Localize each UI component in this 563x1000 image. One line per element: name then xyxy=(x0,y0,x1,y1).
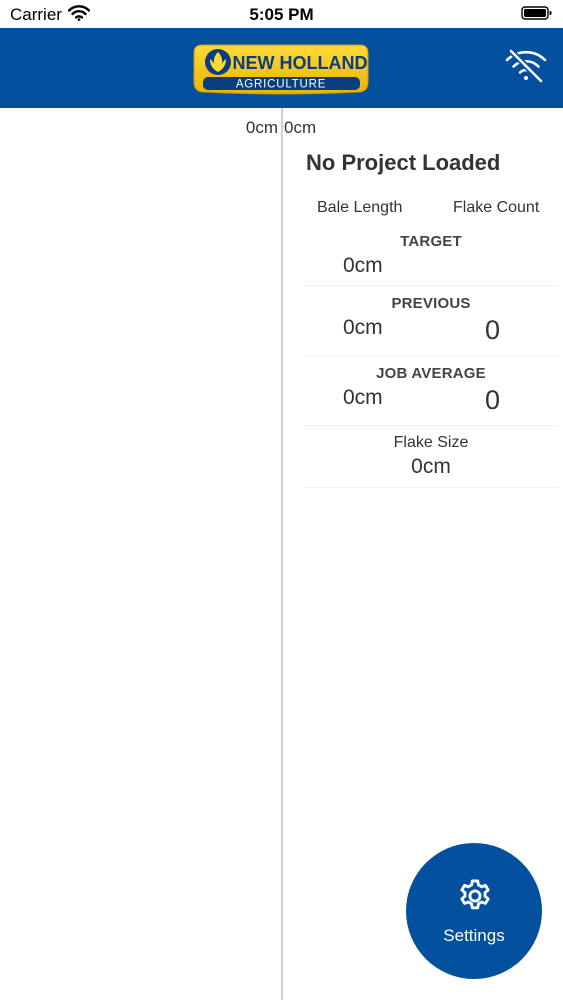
status-bar: Carrier 5:05 PM xyxy=(0,0,563,28)
job-average-count: 0 xyxy=(485,385,501,415)
job-average-length: 0cm xyxy=(343,386,383,409)
separator xyxy=(304,487,558,488)
settings-button[interactable]: Settings xyxy=(406,843,542,979)
center-divider xyxy=(281,108,283,1000)
right-readout: 0cm xyxy=(284,118,317,137)
previous-count: 0 xyxy=(485,315,501,345)
left-readout: 0cm xyxy=(245,118,278,137)
battery-full-icon xyxy=(521,6,552,20)
clock: 5:05 PM xyxy=(249,5,314,24)
flake-count-header: Flake Count xyxy=(453,199,540,216)
job-average-label: JOB AVERAGE xyxy=(376,365,486,382)
wifi-off-icon xyxy=(505,49,547,83)
separator xyxy=(304,425,558,426)
logo-line2: AGRICULTURE xyxy=(236,79,326,91)
connection-status-button[interactable] xyxy=(503,46,549,86)
previous-length: 0cm xyxy=(343,316,383,339)
settings-label: Settings xyxy=(443,926,505,945)
bale-length-header: Bale Length xyxy=(317,199,403,216)
target-length: 0cm xyxy=(343,254,383,277)
separator xyxy=(304,285,558,286)
separator xyxy=(304,356,558,357)
flake-size-value: 0cm xyxy=(411,455,451,478)
logo-line1: NEW HOLLAND xyxy=(233,53,368,73)
app-header: NEW HOLLAND AGRICULTURE xyxy=(0,28,563,108)
flake-size-label: Flake Size xyxy=(393,434,469,451)
previous-label: PREVIOUS xyxy=(391,295,471,312)
new-holland-logo: NEW HOLLAND AGRICULTURE xyxy=(193,44,369,95)
project-title: No Project Loaded xyxy=(306,150,501,175)
gear-icon xyxy=(460,879,490,910)
target-label: TARGET xyxy=(400,233,462,250)
